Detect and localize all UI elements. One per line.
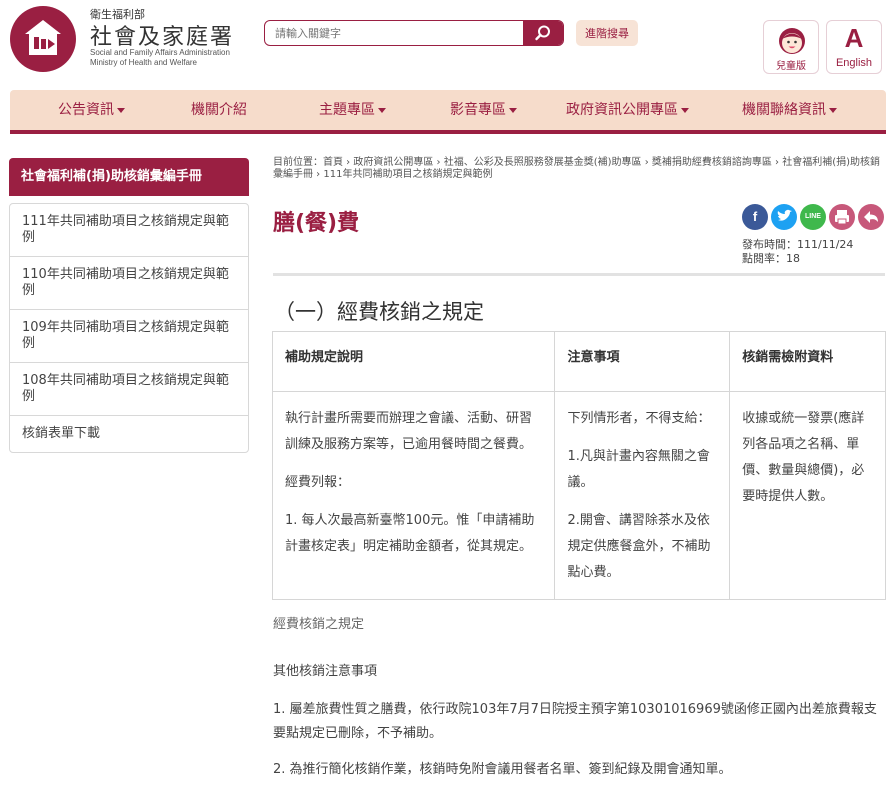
- kids-version-button[interactable]: 兒童版: [763, 20, 819, 74]
- nav-label: 機關介紹: [191, 102, 247, 118]
- nav-item-contact[interactable]: 機關聯絡資訊: [742, 90, 837, 130]
- nav-label: 影音專區: [450, 102, 506, 118]
- sidebar-item-forms-download[interactable]: 核銷表單下載: [10, 416, 248, 452]
- table-row: 執行計畫所需要而辦理之會議、活動、研習訓練及服務方案等，已逾用餐時間之餐費。 經…: [271, 391, 886, 600]
- share-toolbar: f LINE: [742, 204, 887, 230]
- english-letter-icon: A: [844, 23, 864, 53]
- title-divider: [273, 273, 885, 276]
- section-title: （一）經費核銷之規定: [274, 300, 484, 324]
- caret-down-icon: [378, 107, 386, 113]
- rules-table: 補助規定說明 注意事項 核銷需檢附資料 執行計畫所需要而辦理之會議、活動、研習訓…: [271, 331, 886, 600]
- note-text: 2.開會、講習除茶水及依規定供應餐盒外，不補助點心費。: [567, 513, 711, 580]
- table-header-row: 補助規定說明 注意事項 核銷需檢附資料: [271, 331, 886, 392]
- nav-item-open-government[interactable]: 政府資訊公開專區: [566, 90, 689, 130]
- nav-label: 政府資訊公開專區: [566, 102, 678, 118]
- sidebar-menu: 111年共同補助項目之核銷規定與範例 110年共同補助項目之核銷規定與範例 10…: [9, 203, 249, 453]
- nav-item-announcements[interactable]: 公告資訊: [58, 90, 125, 130]
- sidebar-item-111[interactable]: 111年共同補助項目之核銷規定與範例: [10, 204, 248, 257]
- caret-down-icon: [509, 107, 517, 113]
- kids-version-label: 兒童版: [776, 61, 806, 72]
- main-nav: 公告資訊 機關介紹 主題專區 影音專區 政府資訊公開專區 機關聯絡資訊: [10, 90, 886, 134]
- facebook-icon[interactable]: f: [742, 204, 768, 230]
- caret-down-icon: [829, 107, 837, 113]
- table-cell-notes: 下列情形者，不得支給： 1.凡與計畫內容無關之會議。 2.開會、講習除茶水及依規…: [554, 391, 731, 600]
- rule-text: 經費列報：: [285, 475, 351, 490]
- nav-label: 主題專區: [319, 102, 375, 118]
- english-version-label: English: [835, 57, 873, 69]
- kid-face-icon: [779, 28, 805, 54]
- print-icon[interactable]: [829, 204, 855, 230]
- advanced-search-button[interactable]: 進階搜尋: [576, 20, 638, 46]
- search-input[interactable]: [265, 21, 523, 45]
- line-icon[interactable]: LINE: [800, 204, 826, 230]
- site-header: 衛生福利部 社會及家庭署 Social and Family Affairs A…: [0, 0, 892, 88]
- table-cell-rules: 執行計畫所需要而辦理之會議、活動、研習訓練及服務方案等，已逾用餐時間之餐費。 經…: [271, 391, 556, 600]
- other-note-2: 2. 為推行簡化核銷作業，核銷時免附會議用餐者名單、簽到紀錄及開會通知單。: [273, 762, 732, 777]
- sidebar-item-108[interactable]: 108年共同補助項目之核銷規定與範例: [10, 363, 248, 416]
- nav-label: 公告資訊: [58, 102, 114, 118]
- sidebar-item-109[interactable]: 109年共同補助項目之核銷規定與範例: [10, 310, 248, 363]
- agency-name-en: Social and Family Affairs Administration: [90, 48, 230, 57]
- search-icon: [535, 25, 550, 41]
- agency-name: 社會及家庭署: [90, 25, 235, 50]
- search-button[interactable]: [523, 21, 563, 45]
- nav-item-media[interactable]: 影音專區: [450, 90, 517, 130]
- table-header-documents: 核銷需檢附資料: [729, 331, 886, 392]
- click-rate: 點閱率：18: [742, 252, 800, 265]
- twitter-icon[interactable]: [771, 204, 797, 230]
- table-caption: 經費核銷之規定: [273, 617, 365, 632]
- sidebar-item-110[interactable]: 110年共同補助項目之核銷規定與範例: [10, 257, 248, 310]
- caret-down-icon: [681, 107, 689, 113]
- breadcrumb[interactable]: 目前位置：首頁 › 政府資訊公開專區 › 社福、公彩及長照服務發展基金獎(補)助…: [273, 157, 885, 181]
- nav-item-topics[interactable]: 主題專區: [319, 90, 386, 130]
- document-text: 收據或統一發票(應詳列各品項之名稱、單價、數量與總價)，必要時提供人數。: [742, 411, 865, 504]
- note-text: 1.凡與計畫內容無關之會議。: [567, 449, 710, 490]
- nav-item-about[interactable]: 機關介紹: [191, 90, 247, 130]
- sidebar-title[interactable]: 社會福利補(捐)助核銷彙編手冊: [9, 158, 249, 196]
- english-version-button[interactable]: A English: [826, 20, 882, 74]
- table-header-notes: 注意事項: [554, 331, 731, 392]
- back-icon[interactable]: [858, 204, 884, 230]
- table-cell-documents: 收據或統一發票(應詳列各品項之名稱、單價、數量與總價)，必要時提供人數。: [729, 391, 886, 600]
- page-title: 膳(餐)費: [273, 211, 360, 236]
- rule-text: 執行計畫所需要而辦理之會議、活動、研習訓練及服務方案等，已逾用餐時間之餐費。: [285, 411, 533, 452]
- page-meta: 發布時間：111/11/24 點閱率：18: [742, 238, 853, 266]
- note-text: 下列情形者，不得支給：: [567, 411, 711, 426]
- table-header-rules: 補助規定說明: [271, 331, 556, 392]
- publish-date: 發布時間：111/11/24: [742, 238, 854, 251]
- rule-text: 1. 每人次最高新臺幣100元。惟「申請補助計畫核定表」明定補助金額者，從其規定…: [285, 513, 535, 554]
- site-logo-icon[interactable]: [10, 6, 76, 72]
- search-box: [264, 20, 564, 46]
- caret-down-icon: [117, 107, 125, 113]
- nav-label: 機關聯絡資訊: [742, 102, 826, 118]
- other-notes-title: 其他核銷注意事項: [273, 664, 378, 679]
- ministry-name-en: Ministry of Health and Welfare: [90, 58, 198, 67]
- other-note-1: 1. 屬差旅費性質之膳費，依行政院103年7月7日院授主預字第103010169…: [273, 702, 877, 741]
